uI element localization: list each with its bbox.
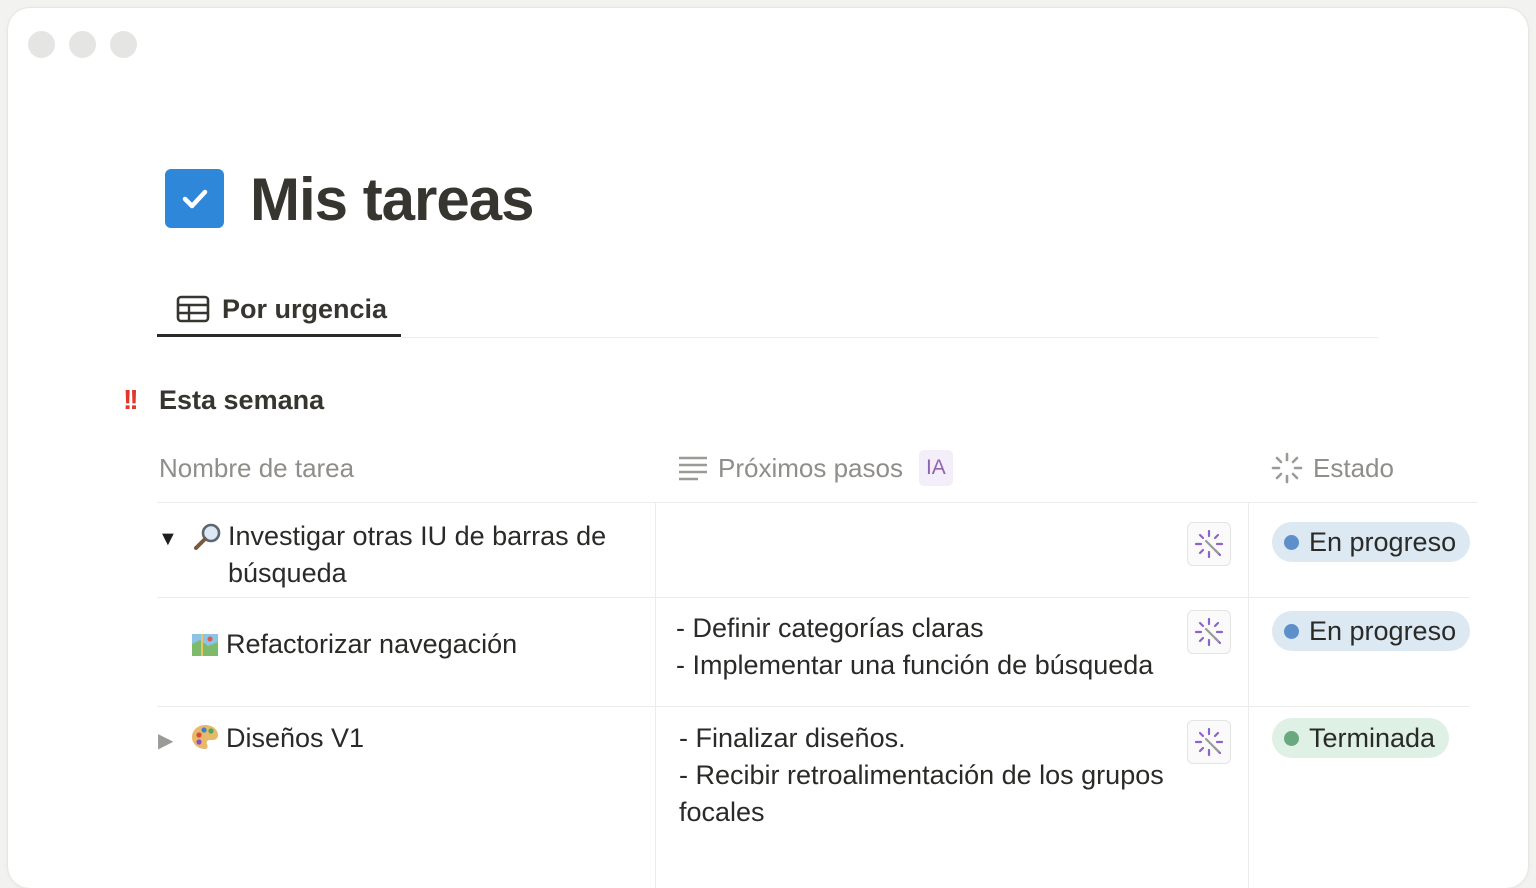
status-dot (1284, 730, 1299, 746)
next-steps-line: - Finalizar diseños. (679, 723, 906, 753)
text-lines-icon (678, 454, 708, 482)
next-steps-line: - Recibir retroalimentación de los grupo… (679, 760, 1164, 790)
tab-por-urgencia[interactable]: Por urgencia (158, 280, 401, 338)
sparkle-icon (1194, 727, 1224, 757)
toggle-collapsed-icon[interactable]: ▶ (158, 728, 173, 753)
task-name[interactable]: Diseños V1 (226, 720, 364, 757)
next-steps-cell[interactable]: - Definir categorías claras - Implementa… (676, 610, 1153, 684)
checkbox-icon[interactable] (165, 169, 224, 228)
window-close-button[interactable] (28, 31, 55, 58)
window-zoom-button[interactable] (110, 31, 137, 58)
ai-autofill-button[interactable] (1187, 610, 1231, 654)
double-exclamation-icon: !! (123, 384, 139, 415)
group-header[interactable]: !! Esta semana (123, 380, 324, 420)
task-name-line: Diseños V1 (226, 723, 365, 753)
table-icon (176, 295, 210, 323)
page-title: Mis tareas (250, 166, 534, 233)
task-name[interactable]: Refactorizar navegación (226, 626, 517, 663)
task-name[interactable]: Investigar otras IU de barras de búsqued… (228, 518, 606, 592)
tab-label: Por urgencia (222, 293, 388, 324)
magnifying-glass-icon (192, 522, 222, 552)
column-divider (655, 503, 656, 888)
column-header-label: Estado (1313, 452, 1394, 483)
next-steps-line: - Definir categorías claras (676, 613, 984, 643)
column-divider (1248, 503, 1249, 888)
status-dot (1284, 534, 1299, 550)
column-header-status[interactable]: Estado (1271, 448, 1394, 488)
status-badge[interactable]: En progreso (1272, 522, 1471, 562)
ai-autofill-button[interactable] (1187, 720, 1231, 764)
task-name-line: Refactorizar navegación (226, 629, 518, 659)
group-label: Esta semana (159, 384, 325, 415)
next-steps-line: focales (679, 797, 765, 827)
column-header-label: Próximos pasos (718, 452, 903, 483)
toggle-expanded-icon[interactable]: ▼ (158, 528, 178, 551)
tab-divider (401, 337, 1378, 338)
status-label: Terminada (1309, 722, 1436, 753)
status-badge[interactable]: Terminada (1272, 718, 1450, 758)
sparkle-icon (1194, 529, 1224, 559)
window-minimize-button[interactable] (69, 31, 96, 58)
column-header-steps[interactable]: Próximos pasos IA (678, 448, 953, 488)
app-window: Mis tareas Por urgencia !! Esta semana N… (8, 8, 1528, 888)
ai-autofill-button[interactable] (1187, 522, 1231, 566)
status-label: En progreso (1309, 526, 1457, 557)
next-steps-cell[interactable]: - Finalizar diseños. - Recibir retroalim… (679, 720, 1164, 831)
table-header-divider (157, 502, 1477, 503)
task-name-line: búsqueda (228, 558, 347, 588)
status-badge[interactable]: En progreso (1272, 611, 1471, 651)
status-spinner-icon (1271, 452, 1303, 484)
status-label: En progreso (1309, 615, 1457, 646)
active-tab-indicator (157, 334, 401, 337)
sparkle-icon (1194, 617, 1224, 647)
column-header-label: Nombre de tarea (159, 452, 355, 483)
status-dot (1284, 623, 1299, 639)
ai-badge: IA (918, 450, 953, 486)
task-name-line: Investigar otras IU de barras de (228, 521, 607, 551)
palette-icon (190, 722, 220, 752)
row-divider (157, 597, 1469, 598)
next-steps-line: - Implementar una función de búsqueda (676, 650, 1154, 680)
map-icon (190, 630, 220, 660)
column-header-name[interactable]: Nombre de tarea (159, 448, 354, 488)
row-divider (157, 706, 1469, 707)
